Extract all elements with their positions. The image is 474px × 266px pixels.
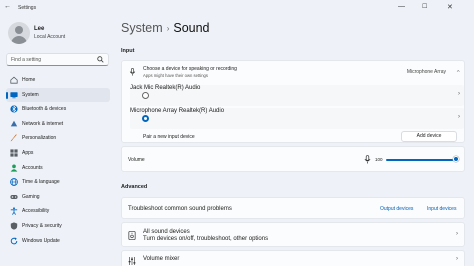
- sidebar-item-personalization[interactable]: Personalization: [6, 131, 110, 146]
- back-arrow-icon[interactable]: ←: [4, 3, 11, 10]
- all-sound-devices-title: All sound devices: [143, 229, 190, 235]
- update-icon: [10, 236, 18, 244]
- search-input[interactable]: [11, 56, 91, 64]
- gaming-icon: [10, 194, 18, 199]
- device-driver-microphone-array: Realtek(R) Audio: [178, 108, 225, 114]
- search-icon[interactable]: [97, 56, 104, 63]
- system-icon: [10, 91, 18, 98]
- sidebar-item-label: Time & language: [22, 179, 60, 186]
- maximize-icon[interactable]: ☐: [422, 3, 427, 10]
- sidebar-item-label: Accessibility: [22, 208, 50, 215]
- pair-input-device-row: Pair a new input device Add device: [122, 130, 464, 144]
- apps-icon: [10, 149, 18, 157]
- volume-mixer-card[interactable]: Volume mixer ›: [121, 250, 465, 266]
- chevron-right-icon[interactable]: ›: [456, 256, 458, 262]
- pair-device-label: Pair a new input device: [143, 134, 195, 140]
- choose-device-subtitle: Apps might have their own settings: [143, 73, 208, 78]
- chevron-up-icon[interactable]: ›: [456, 70, 462, 72]
- search-box[interactable]: [6, 53, 109, 66]
- sidebar-item-apps[interactable]: Apps: [6, 146, 110, 161]
- sidebar-item-label: Network & internet: [22, 120, 64, 127]
- troubleshoot-label: Troubleshoot common sound problems: [128, 206, 232, 212]
- chevron-right-icon[interactable]: ›: [456, 231, 458, 237]
- sidebar-item-time-language[interactable]: Time & language: [6, 175, 110, 190]
- speaker-device-icon: [128, 231, 136, 240]
- accessibility-icon: [10, 207, 18, 216]
- sidebar-item-system[interactable]: System: [6, 87, 110, 103]
- device-name-microphone-array: Microphone Array: [130, 108, 178, 114]
- sidebar-item-label: Accounts: [22, 164, 43, 171]
- sidebar-item-label: Gaming: [22, 193, 40, 200]
- window-title: Settings: [18, 5, 37, 11]
- choose-device-title: Choose a device for speaking or recordin…: [143, 66, 237, 72]
- output-devices-link[interactable]: Output devices: [380, 206, 413, 212]
- network-icon: [10, 120, 18, 127]
- globe-icon: [10, 178, 18, 186]
- input-device-card: Choose a device for speaking or recordin…: [121, 60, 465, 143]
- selected-input-device[interactable]: Microphone Array: [407, 69, 446, 75]
- sidebar-item-gaming[interactable]: Gaming: [6, 190, 110, 205]
- profile-name: Lee: [34, 26, 45, 32]
- mixer-icon: [128, 257, 136, 265]
- volume-slider-track[interactable]: [386, 159, 456, 161]
- choose-input-device-row[interactable]: Choose a device for speaking or recordin…: [122, 61, 464, 83]
- breadcrumb-current: Sound: [173, 21, 210, 35]
- volume-label: Volume: [128, 157, 145, 163]
- radio-microphone-array[interactable]: [142, 115, 149, 122]
- all-sound-devices-card[interactable]: All sound devices Turn devices on/off, t…: [121, 222, 465, 247]
- bluetooth-icon: [10, 105, 18, 113]
- sidebar-item-label: Personalization: [22, 135, 57, 142]
- sidebar-item-label: Privacy & security: [22, 222, 62, 229]
- close-icon[interactable]: ✕: [447, 3, 453, 11]
- all-sound-devices-subtitle: Turn devices on/off, troubleshoot, other…: [143, 236, 269, 242]
- sidebar-item-label: Bluetooth & devices: [22, 106, 67, 113]
- volume-value: 100: [375, 157, 383, 162]
- sidebar-item-label: Apps: [22, 149, 34, 156]
- shield-icon: [10, 222, 18, 230]
- device-name-jack-mic: Jack Mic: [130, 85, 154, 91]
- sidebar-item-windows-update[interactable]: Windows Update: [6, 234, 110, 249]
- sidebar-item-accessibility[interactable]: Accessibility: [6, 204, 110, 219]
- chevron-right-icon[interactable]: ›: [458, 114, 460, 120]
- sidebar-item-bluetooth-devices[interactable]: Bluetooth & devices: [6, 102, 110, 117]
- volume-slider-thumb[interactable]: [453, 156, 459, 162]
- accounts-icon: [10, 164, 18, 172]
- sidebar-item-label: Home: [22, 77, 36, 83]
- input-device-row-jack-mic[interactable]: Jack Mic Realtek(R) Audio ›: [130, 85, 464, 106]
- profile-account-type: Local Account: [34, 34, 66, 40]
- microphone-icon[interactable]: [364, 155, 371, 164]
- device-driver-jack-mic: Realtek(R) Audio: [155, 85, 201, 91]
- page-title: System › Sound: [121, 21, 210, 35]
- radio-jack-mic[interactable]: [142, 92, 149, 99]
- sidebar-item-label: System: [22, 91, 39, 98]
- sidebar-item-network-internet[interactable]: Network & internet: [6, 117, 110, 132]
- sidebar-item-label: Windows Update: [22, 237, 60, 244]
- troubleshoot-card: Troubleshoot common sound problems Outpu…: [121, 197, 465, 219]
- chevron-right-icon[interactable]: ›: [458, 91, 460, 97]
- sidebar-nav: Home System Bluetooth & devices Network & i…: [6, 73, 110, 248]
- input-section-heading: Input: [121, 48, 135, 54]
- minimize-icon[interactable]: —: [398, 3, 405, 10]
- sidebar-item-privacy-security[interactable]: Privacy & security: [6, 219, 110, 234]
- breadcrumb-system[interactable]: System: [121, 21, 163, 35]
- breadcrumb-separator: ›: [166, 24, 170, 33]
- microphone-icon: [129, 68, 136, 76]
- add-device-button[interactable]: Add device: [401, 131, 457, 142]
- title-bar: ← Settings — ☐ ✕: [0, 0, 474, 16]
- input-devices-link[interactable]: Input devices: [427, 206, 456, 212]
- input-device-row-microphone-array[interactable]: Microphone Array Realtek(R) Audio ›: [130, 108, 464, 129]
- home-icon: [10, 76, 18, 84]
- brush-icon: [10, 134, 17, 142]
- avatar: [8, 22, 30, 44]
- volume-card: Volume 100: [121, 146, 465, 172]
- advanced-section-heading: Advanced: [121, 184, 148, 190]
- sidebar-item-home[interactable]: Home: [6, 73, 110, 88]
- sidebar-item-accounts[interactable]: Accounts: [6, 161, 110, 176]
- volume-mixer-title: Volume mixer: [143, 256, 180, 262]
